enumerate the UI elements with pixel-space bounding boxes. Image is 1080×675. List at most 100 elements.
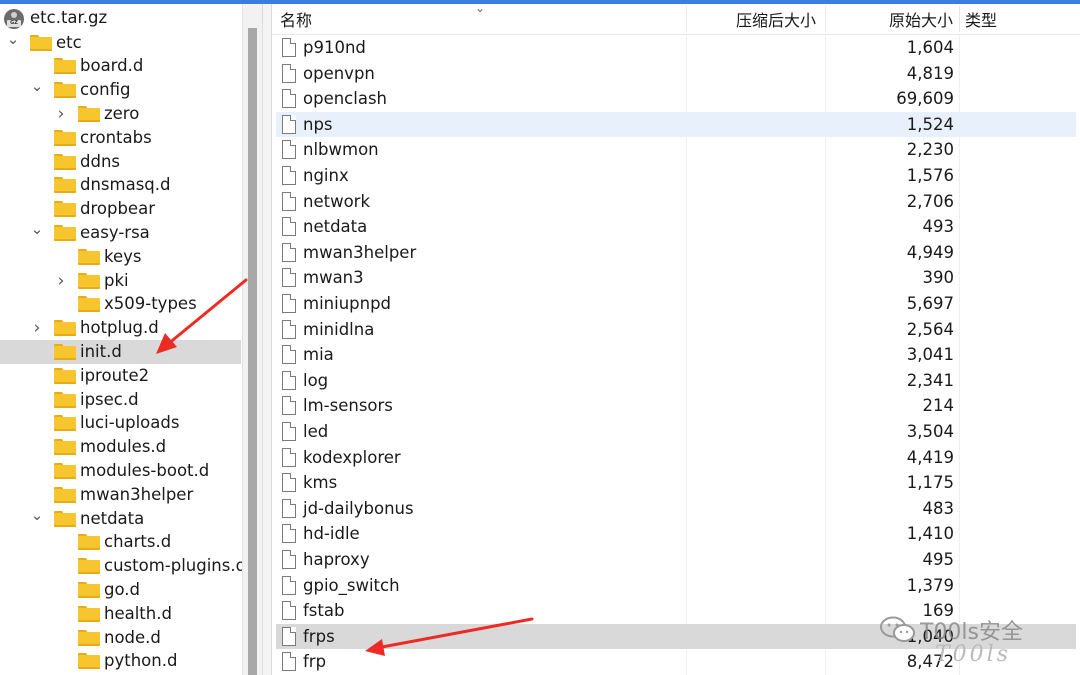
tree-item[interactable]: modules.d [0,435,241,459]
file-row[interactable]: mwan3helper 4,949 [276,240,1076,266]
tree-item[interactable]: ⌄ easy-rsa [0,221,241,245]
chevron-down-icon[interactable]: ⌄ [30,507,44,531]
tree-item[interactable]: x509-types [0,292,241,316]
folder-icon [54,367,76,384]
file-name: kms [303,473,338,493]
list-header: 名称 ⌄ 压缩后大小 原始大小 类型 [272,4,1080,35]
tree-item-label: go.d [104,580,140,599]
file-row[interactable]: lm-sensors 214 [276,393,1076,419]
file-original-size: 3,504 [906,422,954,441]
tree-item[interactable]: iproute2 [0,364,241,388]
chevron-down-icon[interactable]: ⌄ [30,221,44,245]
column-header-original-size[interactable]: 原始大小 [889,4,953,34]
folder-icon [54,225,76,241]
tree-item[interactable]: ⌄ config [0,78,241,102]
tree-item[interactable]: health.d [0,602,241,626]
chevron-down-icon[interactable]: ⌄ [30,78,44,102]
tree-item-label: init.d [80,342,122,361]
file-row[interactable]: p910nd 1,604 [276,35,1076,61]
file-name: nlbwmon [303,140,379,160]
file-icon [282,114,296,134]
tree-scrollbar-thumb[interactable] [248,28,257,675]
column-divider[interactable] [825,6,826,32]
tree-item-label: crontabs [80,127,152,147]
chevron-right-icon[interactable]: › [54,269,68,293]
tree-item[interactable]: › zero [0,102,241,126]
column-header-compressed-size[interactable]: 压缩后大小 [736,4,816,34]
tree-item-label: ddns [80,151,121,171]
file-original-size: 4,419 [906,447,954,467]
tree-item[interactable]: ddns [0,150,241,174]
tree-item[interactable]: ⌄ netdata [0,507,241,531]
folder-tree[interactable]: GZ etc.tar.gz ⌄ etc board.d ⌄ config › zero cro… [0,4,242,675]
tree-item[interactable]: dropbear [0,197,241,221]
column-divider[interactable] [686,6,687,32]
column-divider[interactable] [959,6,960,32]
tree-item[interactable]: ⌄ etc [0,31,241,55]
folder-icon [54,439,76,456]
file-row[interactable]: nps 1,524 [276,111,1076,138]
tree-item[interactable]: › hotplug.d [0,316,241,340]
tree-item-label: modules.d [80,437,167,457]
tree-item[interactable]: dnsmasq.d [0,173,241,197]
file-original-size: 4,819 [906,63,954,83]
file-row[interactable]: mwan3 390 [276,265,1076,291]
file-row[interactable]: mia 3,041 [276,342,1076,368]
file-row[interactable]: kodexplorer 4,419 [276,445,1076,471]
file-row[interactable]: gpio_switch 1,379 [276,573,1076,599]
file-original-size: 1,604 [906,38,954,57]
chevron-right-icon[interactable]: › [54,102,68,126]
tree-root-row[interactable]: GZ etc.tar.gz [0,6,241,30]
tree-item[interactable]: modules-boot.d [0,459,241,483]
file-row[interactable]: openvpn 4,819 [276,61,1076,87]
tree-item-label: dropbear [80,199,155,219]
file-list[interactable]: 名称 ⌄ 压缩后大小 原始大小 类型 p910nd 1,604 openvpn 4,8… [272,4,1080,675]
file-original-size: 5,697 [906,294,954,313]
file-row[interactable]: openclash 69,609 [276,86,1076,112]
wechat-logo-icon [880,616,915,642]
file-row[interactable]: netdata 493 [276,214,1076,240]
tree-item[interactable]: node.d [0,626,241,650]
tree-item[interactable]: custom-plugins.d [0,554,242,578]
tree-item[interactable]: ipsec.d [0,388,241,412]
file-icon [282,191,296,211]
tree-item[interactable]: crontabs [0,126,241,150]
file-name: haproxy [303,550,370,569]
tree-item-label: hotplug.d [80,318,159,338]
tree-item[interactable]: › pki [0,269,241,293]
file-name: p910nd [303,38,366,57]
tree-item[interactable]: python.d [0,649,241,673]
folder-icon [78,582,100,598]
tree-item[interactable]: charts.d [0,530,241,554]
file-name: frp [303,652,327,672]
tree-item[interactable]: board.d [0,54,241,78]
column-header-type[interactable]: 类型 [965,4,997,34]
tree-item-label: zero [104,104,140,123]
file-row[interactable]: led 3,504 [276,419,1076,445]
tree-item-label: dnsmasq.d [80,175,171,195]
tree-item[interactable]: go.d [0,578,241,602]
file-row[interactable]: haproxy 495 [276,547,1076,573]
tree-item[interactable]: mwan3helper [0,483,241,507]
file-row[interactable]: miniupnpd 5,697 [276,291,1076,317]
file-row[interactable]: hd-idle 1,410 [276,521,1076,547]
file-row[interactable]: nlbwmon 2,230 [276,137,1076,163]
file-row[interactable]: minidlna 2,564 [276,317,1076,343]
file-row[interactable]: nginx 1,576 [276,163,1076,189]
file-row[interactable]: kms 1,175 [276,470,1076,496]
file-icon [282,550,296,569]
file-name: gpio_switch [303,575,400,595]
tree-item-label: modules-boot.d [80,461,210,480]
file-row[interactable]: jd-dailybonus 483 [276,496,1076,522]
file-original-size: 2,564 [906,319,954,339]
pane-splitter[interactable] [262,4,272,675]
tree-item[interactable]: luci-uploads [0,411,241,435]
file-row[interactable]: log 2,341 [276,368,1076,394]
tree-item[interactable]: init.d [0,340,241,364]
chevron-down-icon[interactable]: ⌄ [6,31,20,55]
file-name: jd-dailybonus [303,498,414,518]
chevron-right-icon[interactable]: › [30,316,44,340]
column-header-name[interactable]: 名称 [280,4,312,34]
file-row[interactable]: network 2,706 [276,189,1076,215]
tree-item[interactable]: keys [0,245,241,269]
